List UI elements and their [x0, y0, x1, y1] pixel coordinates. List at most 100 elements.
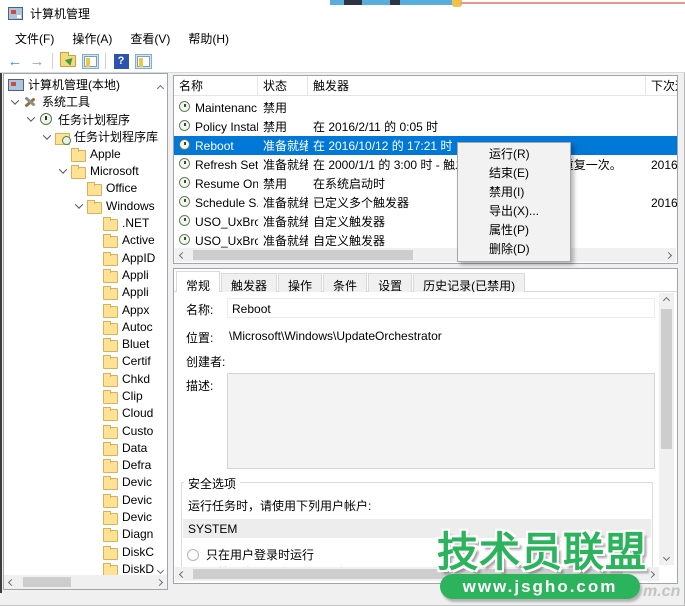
tree-scroll-down-icon[interactable]: [158, 562, 163, 576]
console-tree-icon[interactable]: [80, 52, 100, 71]
task-row[interactable]: Maintenanc... 禁用: [174, 98, 677, 117]
tree-item[interactable]: Devic: [4, 474, 167, 491]
tree-item[interactable]: Office: [4, 180, 167, 197]
column-header[interactable]: 状态: [258, 76, 308, 95]
folder-up-icon[interactable]: [58, 52, 78, 71]
tree-item[interactable]: Devic: [4, 491, 167, 508]
tree-item[interactable]: .NET: [4, 214, 167, 231]
task-row[interactable]: Reboot 准备就绪 在 2016/10/12 的 17:21 时: [174, 136, 677, 155]
tree-item-icon: [102, 320, 118, 334]
list-hscrollbar[interactable]: [175, 248, 676, 262]
context-menu-item[interactable]: 导出(X)...: [458, 202, 570, 221]
menu-item[interactable]: 文件(F): [6, 27, 63, 50]
scroll-left-icon[interactable]: [175, 248, 190, 262]
context-menu-item[interactable]: 结束(E): [458, 164, 570, 183]
tree-item-icon: [70, 164, 86, 178]
context-menu-item[interactable]: 运行(R): [458, 145, 570, 164]
context-menu-item[interactable]: 禁用(I): [458, 183, 570, 202]
tree-item[interactable]: Custo: [4, 422, 167, 439]
tree-item[interactable]: Bluet: [4, 335, 167, 352]
expand-chevron-icon[interactable]: [56, 164, 70, 178]
tree-item[interactable]: DiskC: [4, 543, 167, 560]
scroll-right-icon[interactable]: [661, 248, 676, 262]
tab[interactable]: 触发器: [221, 273, 277, 292]
tree-item[interactable]: Cloud: [4, 405, 167, 422]
tab[interactable]: 操作: [278, 273, 322, 292]
tree-item[interactable]: AppID: [4, 249, 167, 266]
scroll-right-icon[interactable]: [152, 575, 167, 589]
column-header[interactable]: 触发器: [308, 76, 646, 95]
tab[interactable]: 常规: [176, 271, 220, 292]
tab[interactable]: 条件: [323, 273, 367, 292]
scroll-down-icon[interactable]: [659, 550, 674, 565]
tree-item[interactable]: Devic: [4, 508, 167, 525]
tree-item[interactable]: Apple: [4, 145, 167, 162]
expand-chevron-icon[interactable]: [24, 112, 38, 126]
tree-item[interactable]: Certif: [4, 353, 167, 370]
tree-item[interactable]: Active: [4, 232, 167, 249]
expand-chevron-icon[interactable]: [8, 95, 22, 109]
tree-item[interactable]: Defra: [4, 457, 167, 474]
tree-item[interactable]: Microsoft: [4, 162, 167, 179]
task-clock-icon: [179, 139, 192, 152]
help-icon[interactable]: ?: [111, 52, 131, 71]
context-menu-item[interactable]: 属性(P): [458, 221, 570, 240]
tree-hscrollbar[interactable]: [4, 575, 167, 589]
tree-item[interactable]: 计算机管理(本地): [4, 76, 167, 93]
radio-icon[interactable]: [187, 549, 199, 561]
tree-item-icon: [102, 251, 118, 265]
menu-item[interactable]: 查看(V): [121, 27, 179, 50]
tree-item[interactable]: Chkd: [4, 370, 167, 387]
expand-chevron-icon[interactable]: [72, 199, 86, 213]
tree-item-icon: [102, 424, 118, 438]
tree-item[interactable]: Appli: [4, 266, 167, 283]
computer-management-window: 计算机管理 文件(F)操作(A)查看(V)帮助(H) ← → ? 计算机管理(本…: [0, 0, 685, 606]
forward-icon[interactable]: →: [27, 52, 47, 71]
details-vscrollbar[interactable]: [659, 293, 674, 565]
scroll-thumb[interactable]: [193, 250, 413, 260]
scroll-left-icon[interactable]: [175, 567, 190, 581]
show-action-pane-icon[interactable]: [133, 52, 153, 71]
tree-item-icon: [86, 199, 102, 213]
task-row[interactable]: Resume On... 禁用 在系统启动时: [174, 174, 677, 193]
tree-item[interactable]: Data: [4, 439, 167, 456]
expand-chevron-icon[interactable]: [40, 130, 54, 144]
tree-item-icon: [102, 527, 118, 541]
tree-item[interactable]: Autoc: [4, 318, 167, 335]
tree-item[interactable]: Appx: [4, 301, 167, 318]
task-row[interactable]: Schedule S... 准备就绪 已定义多个触发器 2016/: [174, 193, 677, 212]
tree-item[interactable]: 任务计划程序: [4, 111, 167, 128]
task-row[interactable]: Policy Install 禁用 在 2016/2/11 的 0:05 时: [174, 117, 677, 136]
tab-strip: 常规触发器操作条件设置历史记录(已禁用): [174, 271, 526, 292]
back-icon[interactable]: ←: [5, 52, 25, 71]
description-box[interactable]: [227, 373, 655, 469]
tree-scroll-up-icon[interactable]: [158, 80, 163, 94]
scroll-thumb[interactable]: [661, 309, 672, 449]
column-header[interactable]: 下次运行时间: [646, 76, 678, 95]
context-menu-item[interactable]: 删除(D): [458, 240, 570, 259]
tree-item[interactable]: Clip: [4, 387, 167, 404]
radio-run-logged-on[interactable]: 只在用户登录时运行: [187, 546, 314, 563]
tab[interactable]: 历史记录(已禁用): [413, 273, 525, 292]
tree-item-icon: [102, 372, 118, 386]
tree-item-icon: [102, 303, 118, 317]
scroll-left-icon[interactable]: [4, 575, 19, 589]
scroll-thumb[interactable]: [23, 577, 71, 587]
tree-item[interactable]: Windows: [4, 197, 167, 214]
menu-item[interactable]: 操作(A): [63, 27, 121, 50]
task-row[interactable]: Refresh Set... 准备就绪 在 2000/1/1 的 3:00 时 …: [174, 155, 677, 174]
toolbar: ← → ?: [0, 50, 685, 73]
tree-item[interactable]: Diagn: [4, 526, 167, 543]
tree-item[interactable]: 任务计划程序库: [4, 128, 167, 145]
tree-item[interactable]: 系统工具: [4, 93, 167, 110]
menu-item[interactable]: 帮助(H): [179, 27, 238, 50]
task-clock-icon: [179, 120, 192, 133]
task-clock-icon: [179, 158, 192, 171]
watermark-title: 技术员联盟: [437, 518, 647, 578]
scroll-up-icon[interactable]: [659, 293, 674, 308]
task-row[interactable]: USO_UxBro... 准备就绪 自定义触发器: [174, 212, 677, 231]
tree-item[interactable]: Appli: [4, 284, 167, 301]
tab[interactable]: 设置: [368, 273, 412, 292]
column-header[interactable]: 名称: [174, 76, 258, 95]
location-value: \Microsoft\Windows\UpdateOrchestrator: [229, 329, 442, 343]
